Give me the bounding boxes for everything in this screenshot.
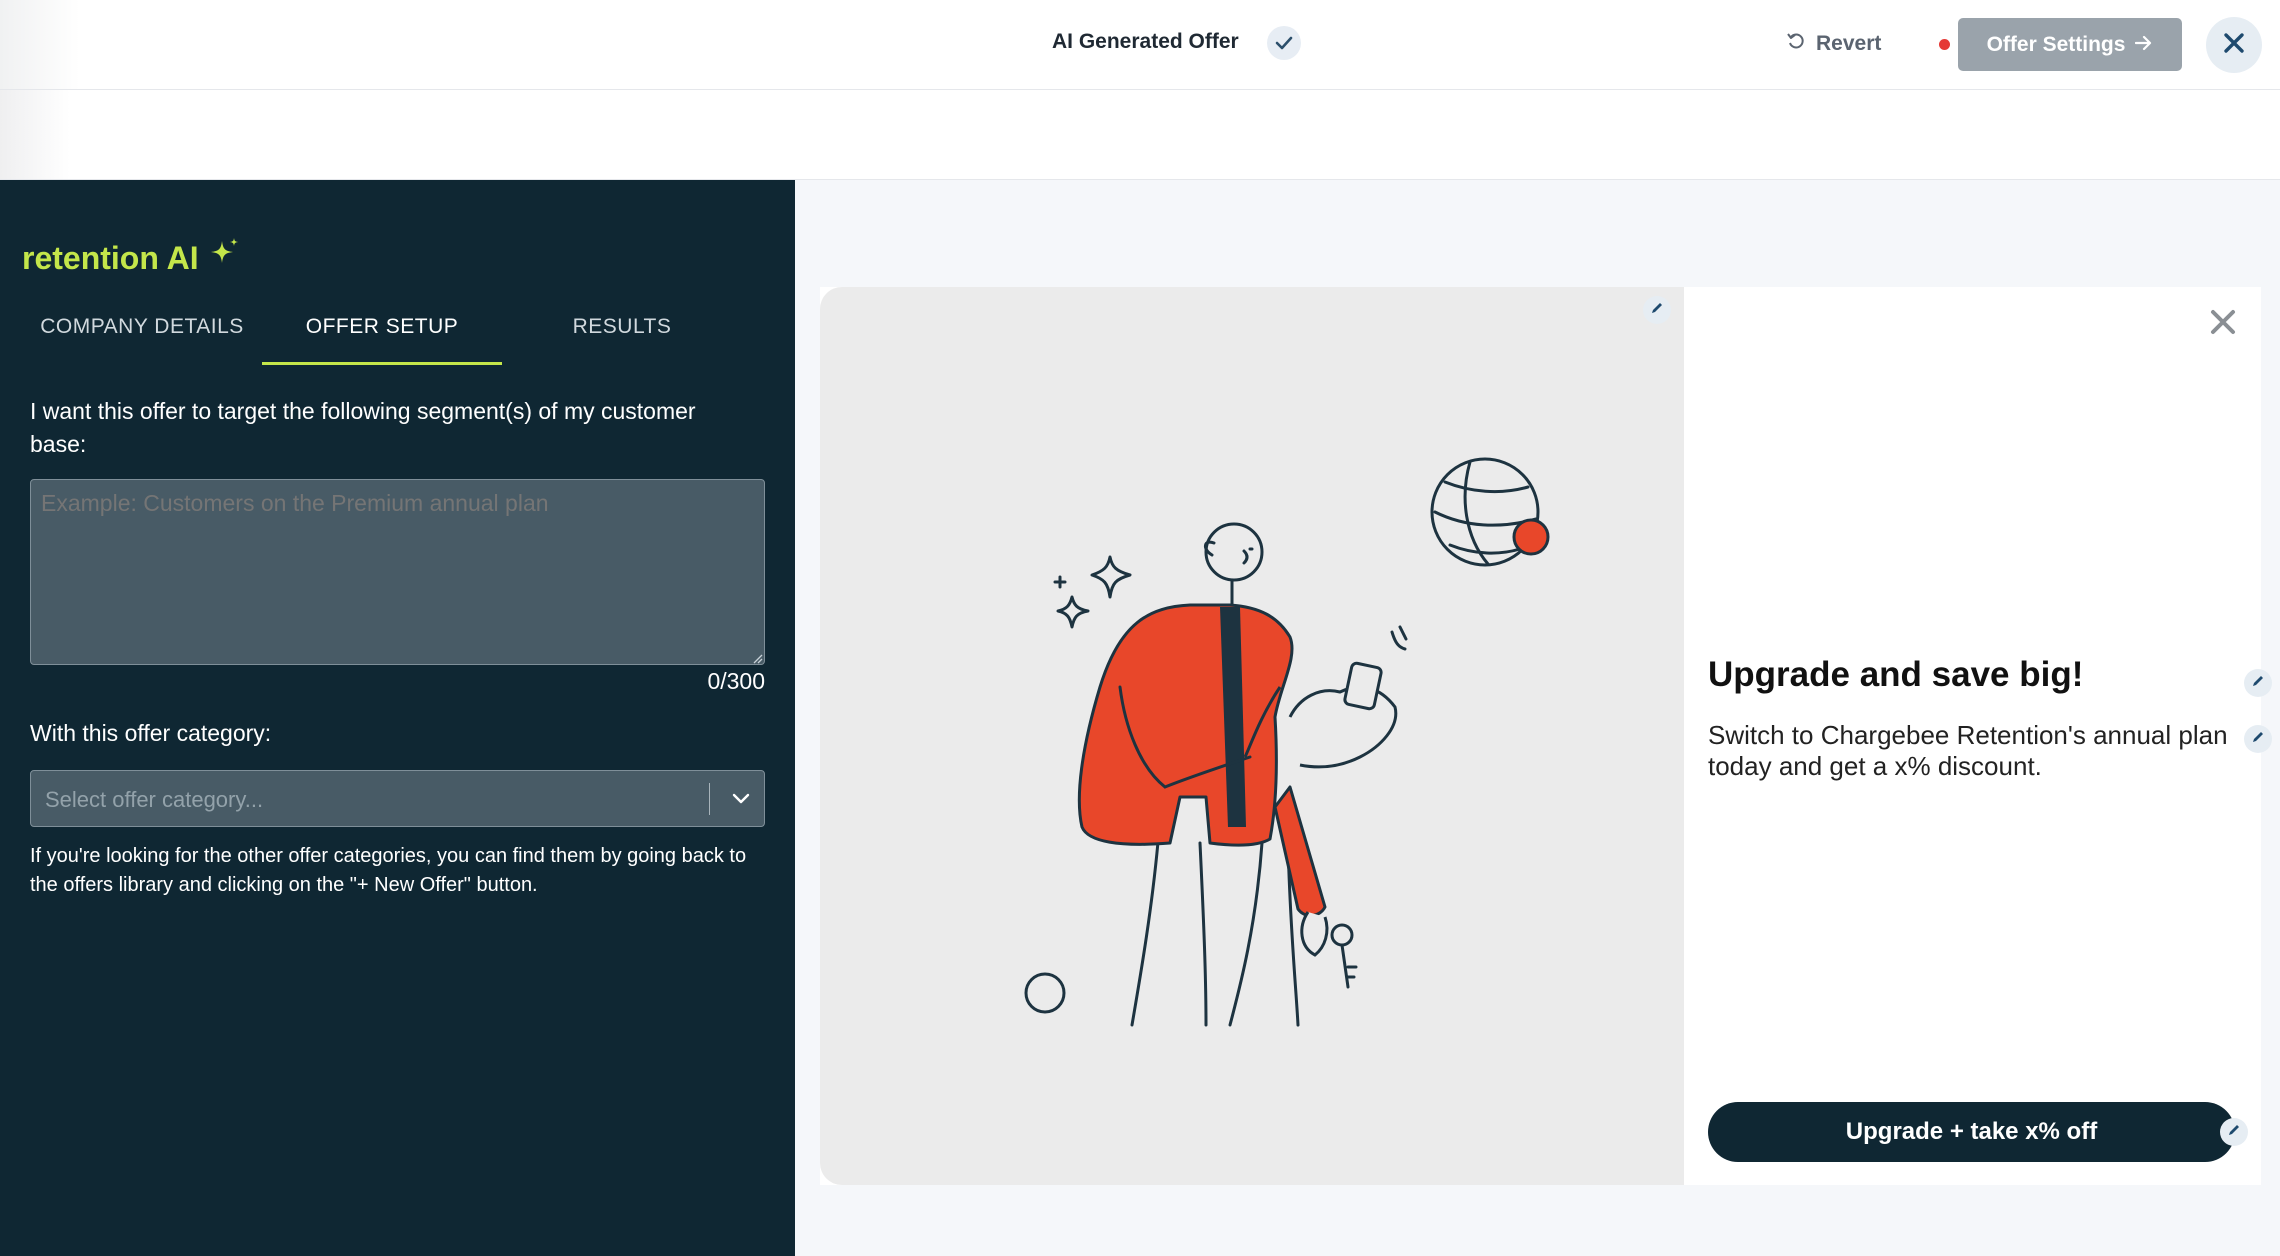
chevron-down-icon[interactable] <box>721 780 761 818</box>
character-counter: 0/300 <box>707 668 765 694</box>
edit-body-button[interactable] <box>2244 725 2272 753</box>
tab-label: OFFER SETUP <box>305 315 459 338</box>
revert-button[interactable]: Revert <box>1786 27 1881 61</box>
tab-bar: COMPANY DETAILS OFFER SETUP RESULTS <box>22 305 742 365</box>
close-button[interactable] <box>2206 17 2262 73</box>
person-with-phone-illustration <box>1024 457 1550 1027</box>
tab-label: RESULTS <box>572 315 672 338</box>
revert-icon <box>1786 31 1806 57</box>
check-icon <box>1267 26 1301 60</box>
offer-body-text: Switch to Chargebee Retention's annual p… <box>1708 720 2228 781</box>
cta-label: Upgrade + take x% off <box>1845 1118 2098 1145</box>
top-bar: AI Generated Offer Revert Offer Settings <box>0 0 2280 90</box>
pencil-icon <box>2227 1123 2241 1142</box>
page: AI Generated Offer Revert Offer Settings <box>0 0 2280 1256</box>
edit-headline-button[interactable] <box>2244 669 2272 697</box>
tab-label: COMPANY DETAILS <box>40 315 244 338</box>
resize-handle-icon[interactable] <box>751 651 763 664</box>
pencil-icon <box>2251 730 2265 749</box>
offer-settings-label: Offer Settings <box>1986 32 2126 56</box>
edit-image-button[interactable] <box>1643 296 1671 324</box>
brand-name: retention AI <box>22 239 199 276</box>
close-icon <box>2223 32 2245 59</box>
tab-offer-setup[interactable]: OFFER SETUP <box>262 305 502 365</box>
brand-logo: retention AI <box>22 237 241 279</box>
page-title: AI Generated Offer <box>1052 30 1239 53</box>
offer-headline: Upgrade and save big! <box>1708 655 2084 694</box>
select-divider <box>709 783 710 815</box>
offer-category-select[interactable]: Select offer category... <box>30 770 765 827</box>
close-icon <box>2209 308 2237 341</box>
pencil-icon <box>2251 674 2265 693</box>
revert-label: Revert <box>1816 32 1882 55</box>
offer-setup-panel: retention AI COMPANY DETAILS OFFER SETUP… <box>0 180 795 1256</box>
arrow-right-icon <box>2135 33 2153 57</box>
category-label: With this offer category: <box>30 720 272 746</box>
select-placeholder: Select offer category... <box>45 787 264 812</box>
offer-settings-button[interactable]: Offer Settings <box>1958 18 2182 71</box>
preview-close-button[interactable] <box>2204 305 2242 343</box>
tab-company-details[interactable]: COMPANY DETAILS <box>22 305 262 365</box>
category-help-text: If you're looking for the other offer ca… <box>30 845 747 896</box>
sub-bar <box>0 90 2280 180</box>
unsaved-indicator <box>1939 39 1950 50</box>
segment-textarea[interactable] <box>30 479 765 665</box>
sparkle-icon <box>207 237 241 279</box>
offer-image <box>820 287 1684 1185</box>
tab-results[interactable]: RESULTS <box>502 305 742 365</box>
pencil-icon <box>1650 301 1664 320</box>
upgrade-cta-button[interactable]: Upgrade + take x% off <box>1708 1102 2235 1162</box>
segment-question: I want this offer to target the followin… <box>30 398 696 457</box>
edit-cta-button[interactable] <box>2220 1118 2248 1146</box>
